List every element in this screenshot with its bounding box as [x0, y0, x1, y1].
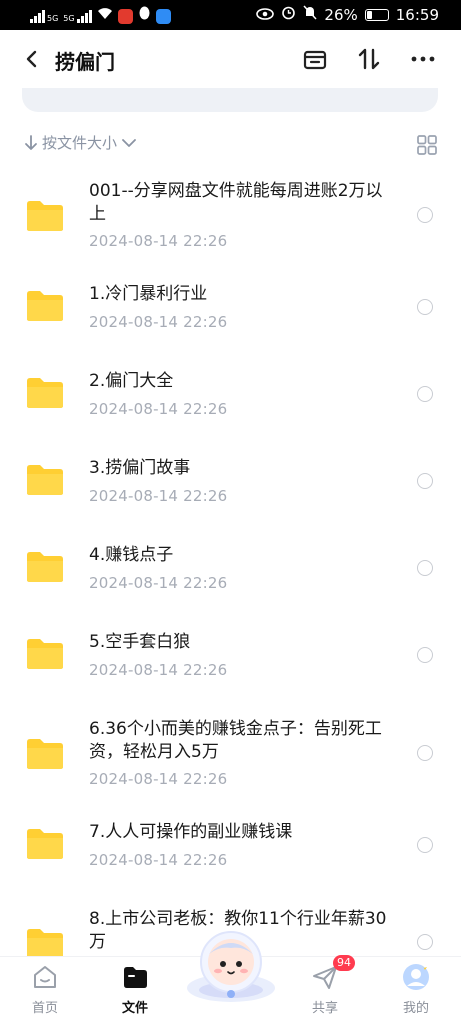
- transfer-list-button[interactable]: [300, 44, 330, 74]
- file-name: 4.赚钱点子: [89, 545, 174, 565]
- back-button[interactable]: [18, 44, 48, 74]
- tab-files-label: 文件: [121, 1001, 148, 1016]
- weibo-app-icon: [117, 8, 133, 24]
- clock: 16:59: [395, 5, 439, 24]
- share-badge: 94: [333, 955, 355, 971]
- list-item[interactable]: 7.人人可操作的副业赚钱课 2024-08-14 22:26: [0, 808, 461, 888]
- file-name: 5.空手套白狼: [89, 632, 191, 652]
- status-left: 5G 5G: [30, 6, 171, 26]
- folder-icon: [26, 928, 64, 956]
- folder-icon: [26, 200, 64, 232]
- file-name: 7.人人可操作的副业赚钱课: [89, 822, 293, 842]
- file-date: 2024-08-14 22:26: [89, 661, 228, 679]
- grid-view-button[interactable]: [416, 134, 438, 156]
- eye-icon: [256, 6, 275, 24]
- sort-arrows-icon: [358, 48, 380, 70]
- more-button[interactable]: [408, 44, 438, 74]
- tab-files[interactable]: 文件: [95, 957, 175, 1024]
- file-date: 2024-08-14 22:26: [89, 851, 228, 869]
- folder-filled-icon: [124, 967, 147, 988]
- folder-icon: [26, 377, 64, 409]
- list-item[interactable]: 001--分享网盘文件就能每周进账2万以上 2024-08-14 22:26: [0, 170, 461, 260]
- app-header: 捞偏门: [0, 30, 461, 90]
- network-type: 5G: [47, 14, 59, 23]
- folder-icon: [26, 464, 64, 496]
- select-radio[interactable]: [417, 473, 433, 489]
- mute-icon: [303, 5, 317, 24]
- file-name: 1.冷门暴利行业: [89, 284, 208, 304]
- alarm-icon: [281, 5, 296, 24]
- file-date: 2024-08-14 22:26: [89, 487, 228, 505]
- select-radio[interactable]: [417, 745, 433, 761]
- chevron-left-icon: [26, 50, 37, 68]
- file-date: 2024-08-14 22:26: [89, 574, 228, 592]
- select-radio[interactable]: [417, 207, 433, 223]
- list-item[interactable]: 5.空手套白狼 2024-08-14 22:26: [0, 618, 461, 698]
- select-radio[interactable]: [417, 934, 433, 950]
- grid-view-icon: [417, 135, 437, 155]
- file-date: 2024-08-14 22:26: [89, 232, 228, 250]
- wifi-icon: [97, 7, 113, 25]
- select-radio[interactable]: [417, 837, 433, 853]
- folder-icon: [26, 638, 64, 670]
- tab-mine[interactable]: 我的: [376, 957, 456, 1024]
- folder-icon: [26, 828, 64, 860]
- sort-button[interactable]: [354, 44, 384, 74]
- avatar-icon: [403, 964, 429, 990]
- tab-home[interactable]: 首页: [5, 957, 85, 1024]
- folder-icon: [26, 551, 64, 583]
- tab-home-label: 首页: [31, 1001, 58, 1016]
- list-item[interactable]: 6.36个小而美的赚钱金点子：告别死工资，轻松月入5万 2024-08-14 2…: [0, 708, 461, 798]
- tab-share[interactable]: 94 共享: [285, 955, 365, 1024]
- file-name: 6.36个小而美的赚钱金点子：告别死工资，轻松月入5万: [89, 719, 382, 762]
- list-item[interactable]: 1.冷门暴利行业 2024-08-14 22:26: [0, 270, 461, 350]
- select-radio[interactable]: [417, 647, 433, 663]
- status-bar: 5G 5G 26% 16:59: [0, 0, 461, 30]
- tab-share-label: 共享: [311, 1001, 338, 1016]
- mascot-button[interactable]: [183, 926, 279, 1004]
- arrow-down-icon: [25, 134, 37, 150]
- page-title: 捞偏门: [55, 50, 115, 74]
- mascot-icon: [187, 931, 275, 1002]
- battery-percent: 26%: [324, 5, 358, 24]
- file-name: 2.偏门大全: [89, 371, 174, 391]
- battery-icon: [364, 8, 389, 21]
- more-dots-icon: [411, 56, 435, 62]
- signal-icon-2: [76, 9, 92, 23]
- select-radio[interactable]: [417, 386, 433, 402]
- list-item[interactable]: 4.赚钱点子 2024-08-14 22:26: [0, 531, 461, 611]
- tray-icon: [303, 50, 327, 70]
- chevron-down-icon: [122, 138, 136, 147]
- list-item[interactable]: 2.偏门大全 2024-08-14 22:26: [0, 357, 461, 437]
- list-item[interactable]: 3.捞偏门故事 2024-08-14 22:26: [0, 444, 461, 524]
- folder-icon: [26, 738, 64, 770]
- search-bar[interactable]: [22, 88, 438, 112]
- tab-mine-label: 我的: [402, 1001, 429, 1016]
- select-radio[interactable]: [417, 299, 433, 315]
- network-type-2: 5G: [63, 14, 75, 23]
- qq-icon: [138, 6, 151, 26]
- file-name: 3.捞偏门故事: [89, 458, 191, 478]
- cloud-app-icon: [155, 8, 171, 24]
- signal-icon: [30, 9, 45, 23]
- folder-icon: [26, 290, 64, 322]
- select-radio[interactable]: [417, 560, 433, 576]
- sort-label: 按文件大小: [42, 134, 118, 152]
- file-date: 2024-08-14 22:26: [89, 400, 228, 418]
- file-date: 2024-08-14 22:26: [89, 770, 228, 788]
- home-icon: [34, 966, 56, 988]
- file-name: 001--分享网盘文件就能每周进账2万以上: [89, 181, 383, 224]
- file-date: 2024-08-14 22:26: [89, 313, 228, 331]
- status-right: 26% 16:59: [256, 5, 439, 24]
- sort-selector[interactable]: 按文件大小: [24, 132, 137, 153]
